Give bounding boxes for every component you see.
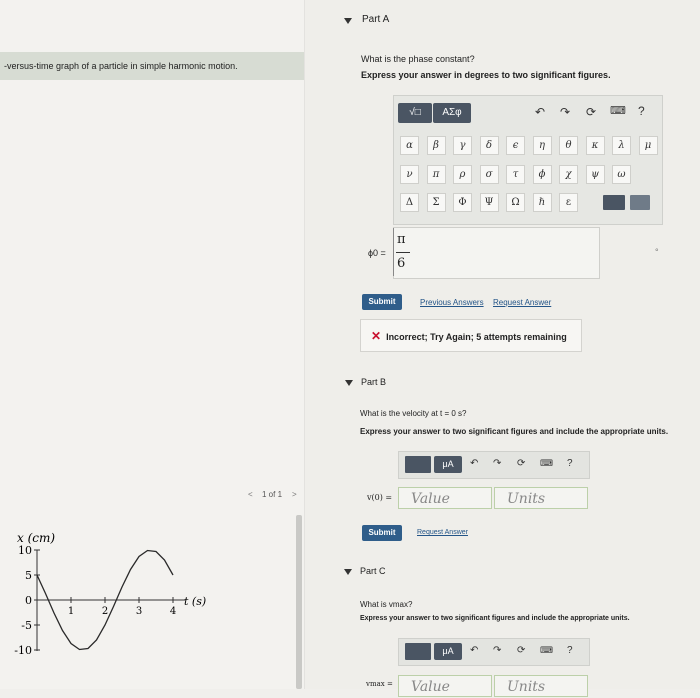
feedback-text: Incorrect; Try Again; 5 attempts remaini… — [386, 332, 567, 342]
part-b-question: What is the velocity at t = 0 s? — [360, 409, 467, 418]
part-c-question: What is vmax? — [360, 600, 413, 609]
pager-next-button[interactable]: > — [292, 490, 297, 499]
greek-key[interactable]: μ — [638, 136, 658, 155]
part-c-undo-icon[interactable]: ↶ — [470, 645, 478, 656]
part-a-submit-button[interactable]: Submit — [362, 294, 402, 310]
x-tick-label: 1 — [68, 606, 74, 617]
part-b-help-button[interactable]: ? — [567, 458, 573, 469]
velocity-units-input[interactable]: Units — [494, 487, 588, 509]
feedback-banner: ✕ Incorrect; Try Again; 5 attempts remain… — [360, 319, 582, 352]
greek-key[interactable]: ϕ — [532, 165, 552, 184]
reset-icon[interactable]: ⟳ — [586, 105, 596, 119]
phi-answer-label: ϕ0 = — [368, 248, 386, 258]
greek-key[interactable]: ρ — [453, 165, 472, 184]
y-tick-label: 10 — [18, 544, 32, 557]
vmax-answer-label: vmax = — [366, 680, 393, 688]
part-c-header[interactable]: Part C — [360, 566, 386, 576]
fraction-bar — [396, 252, 410, 253]
part-c-reset-icon[interactable]: ⟳ — [517, 645, 525, 656]
collapse-part-b-icon[interactable] — [345, 380, 353, 386]
y-tick-label: -5 — [21, 619, 32, 632]
greek-key[interactable]: ψ — [585, 165, 605, 184]
keyboard-toggle-icon[interactable] — [630, 195, 650, 210]
greek-key[interactable]: Ω — [506, 193, 525, 212]
y-tick-label: 0 — [25, 594, 32, 607]
delete-key-icon[interactable] — [603, 195, 625, 210]
part-b-reset-icon[interactable]: ⟳ — [517, 458, 525, 469]
part-b-keyboard-icon[interactable]: ⌨ — [540, 458, 553, 469]
answer-unit: ° — [655, 247, 659, 257]
templates-button[interactable]: √□ — [398, 103, 432, 123]
part-a-instruction: Express your answer in degrees to two si… — [361, 70, 611, 80]
fraction-numerator: π — [397, 232, 406, 247]
part-b-undo-icon[interactable]: ↶ — [470, 458, 478, 469]
greek-button[interactable]: AΣφ — [433, 103, 471, 123]
y-ticks: 10 5 0 -5 -10 — [14, 544, 40, 657]
redo-icon[interactable]: ↷ — [560, 105, 570, 119]
greek-key[interactable]: Σ — [426, 193, 446, 212]
velocity-answer-label: v(0) = — [367, 493, 393, 502]
part-c-redo-icon[interactable]: ↷ — [493, 645, 501, 656]
greek-key[interactable]: Δ — [400, 193, 419, 212]
greek-key[interactable]: β — [426, 136, 446, 155]
part-c-templates-icon[interactable] — [405, 643, 431, 660]
greek-key[interactable]: ω — [612, 165, 631, 184]
y-tick-label: 5 — [25, 569, 32, 582]
greek-key[interactable]: σ — [479, 165, 499, 184]
greek-key[interactable]: λ — [612, 136, 631, 155]
previous-answers-link[interactable]: Previous Answers — [420, 298, 484, 307]
pager-label: 1 of 1 — [262, 490, 283, 499]
part-c-units-button[interactable]: μA — [434, 643, 462, 660]
x-axis-label: t (s) — [184, 595, 206, 608]
part-b-templates-icon[interactable] — [405, 456, 431, 473]
velocity-value-input[interactable]: Value — [398, 487, 492, 509]
greek-key[interactable]: ℏ — [532, 193, 552, 212]
y-tick-label: -10 — [14, 644, 32, 657]
part-a-question: What is the phase constant? — [361, 54, 475, 64]
panel-resize-handle[interactable] — [296, 515, 302, 689]
greek-key[interactable]: γ — [453, 136, 472, 155]
y-axis-label: x (cm) — [17, 531, 55, 545]
part-b-units-button[interactable]: μA — [434, 456, 462, 473]
greek-key[interactable]: η — [532, 136, 552, 155]
part-b-request-answer-link[interactable]: Request Answer — [417, 529, 468, 536]
part-b-redo-icon[interactable]: ↷ — [493, 458, 501, 469]
greek-key[interactable]: Φ — [453, 193, 472, 212]
collapse-part-a-icon[interactable] — [344, 18, 352, 24]
help-button[interactable]: ? — [638, 104, 645, 118]
part-a-request-answer-link[interactable]: Request Answer — [493, 298, 551, 307]
greek-key[interactable]: δ — [479, 136, 499, 155]
shm-graph: x (cm) 10 5 0 -5 -10 1 2 3 4 t (s) — [14, 531, 206, 657]
part-c-help-button[interactable]: ? — [567, 645, 573, 656]
vmax-units-input[interactable]: Units — [494, 675, 588, 697]
phi-answer-input[interactable] — [393, 227, 600, 279]
x-tick-label: 2 — [102, 606, 108, 617]
greek-key[interactable]: ϵ — [506, 136, 525, 155]
part-b-submit-button[interactable]: Submit — [362, 525, 402, 541]
greek-key[interactable]: ε — [559, 193, 578, 212]
undo-icon[interactable]: ↶ — [535, 105, 545, 119]
greek-key[interactable]: Ψ — [479, 193, 499, 212]
x-tick-label: 4 — [170, 606, 176, 617]
greek-key[interactable]: τ — [506, 165, 525, 184]
greek-key[interactable]: α — [400, 136, 419, 155]
pager-prev-button[interactable]: < — [248, 490, 253, 499]
incorrect-icon: ✕ — [371, 329, 382, 343]
x-tick-label: 3 — [136, 606, 142, 617]
vmax-value-input[interactable]: Value — [398, 675, 492, 697]
part-a-header[interactable]: Part A — [362, 14, 389, 25]
part-b-instruction: Express your answer to two significant f… — [360, 427, 669, 436]
greek-key[interactable]: χ — [559, 165, 578, 184]
figure-caption: -versus-time graph of a particle in simp… — [0, 52, 305, 80]
greek-key[interactable]: π — [426, 165, 446, 184]
greek-key[interactable]: ν — [400, 165, 419, 184]
fraction-denominator: 6 — [397, 256, 406, 271]
part-c-keyboard-icon[interactable]: ⌨ — [540, 645, 553, 656]
part-b-header[interactable]: Part B — [361, 377, 386, 387]
greek-key[interactable]: κ — [585, 136, 605, 155]
keyboard-icon[interactable]: ⌨ — [610, 104, 626, 117]
greek-key[interactable]: θ — [559, 136, 578, 155]
part-c-instruction: Express your answer to two significant f… — [360, 615, 630, 622]
collapse-part-c-icon[interactable] — [344, 569, 352, 575]
